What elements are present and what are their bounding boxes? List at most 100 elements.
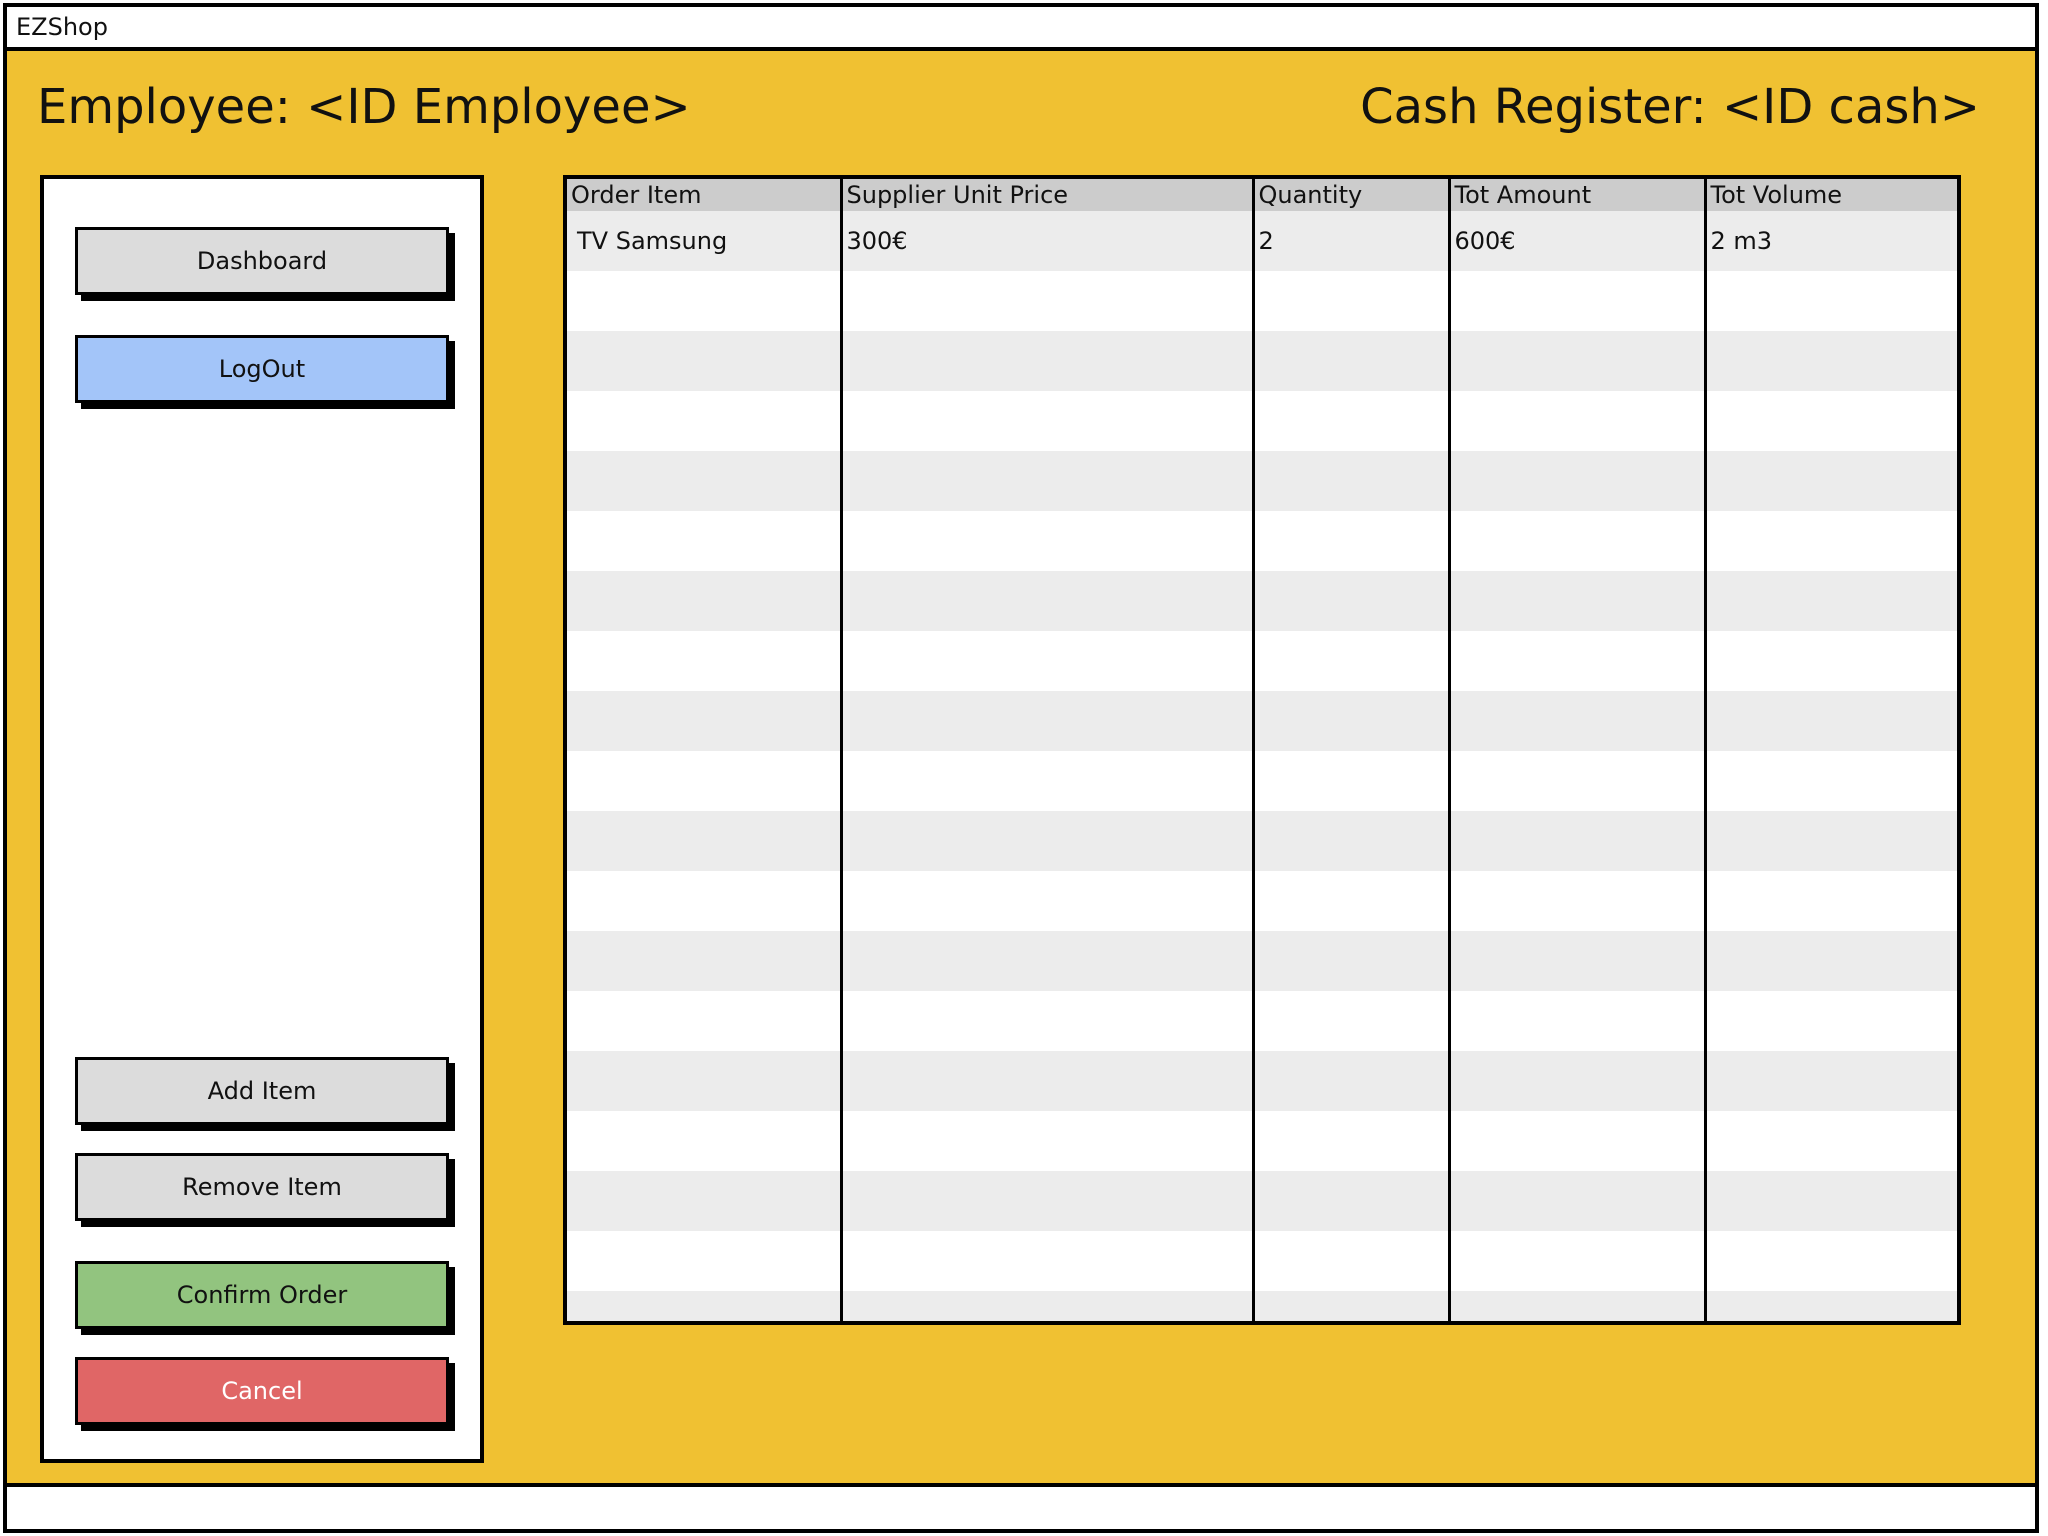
table-cell-empty[interactable] [1449,931,1707,991]
table-cell-empty[interactable] [1449,1231,1707,1291]
column-header-tot-amount[interactable]: Tot Amount [1449,179,1707,211]
table-cell-empty[interactable] [1253,1111,1451,1171]
table-row-empty[interactable] [567,631,1957,691]
table-cell-empty[interactable] [567,751,843,811]
table-row-empty[interactable] [567,871,1957,931]
table-row-empty[interactable] [567,1171,1957,1231]
table-cell-empty[interactable] [1705,1291,1957,1321]
table-cell-empty[interactable] [1253,1291,1451,1321]
table-cell-empty[interactable] [841,1051,1255,1111]
table-cell-empty[interactable] [567,931,843,991]
table-cell-empty[interactable] [567,391,843,451]
table-cell-empty[interactable] [1253,1051,1451,1111]
table-cell-empty[interactable] [1705,1231,1957,1291]
add-item-button[interactable]: Add Item [75,1057,449,1125]
table-cell-empty[interactable] [1705,391,1957,451]
table-cell-empty[interactable] [1253,931,1451,991]
table-cell-empty[interactable] [1705,871,1957,931]
table-cell-empty[interactable] [1705,1111,1957,1171]
table-cell-empty[interactable] [567,271,843,331]
table-cell-empty[interactable] [1705,271,1957,331]
table-cell-empty[interactable] [841,331,1255,391]
table-cell-empty[interactable] [1449,631,1707,691]
table-cell-empty[interactable] [1253,691,1451,751]
table-cell-empty[interactable] [1253,631,1451,691]
table-cell-empty[interactable] [1705,691,1957,751]
confirm-order-button[interactable]: Confirm Order [75,1261,449,1329]
remove-item-button[interactable]: Remove Item [75,1153,449,1221]
table-cell-empty[interactable] [1449,391,1707,451]
table-cell-empty[interactable] [841,631,1255,691]
table-cell-empty[interactable] [1449,451,1707,511]
table-cell-empty[interactable] [567,1291,843,1321]
table-cell-empty[interactable] [1253,511,1451,571]
table-row-empty[interactable] [567,1291,1957,1321]
table-cell-empty[interactable] [841,271,1255,331]
table-cell-empty[interactable] [1253,811,1451,871]
table-cell-empty[interactable] [567,1231,843,1291]
table-row-empty[interactable] [567,571,1957,631]
table-cell-empty[interactable] [841,1231,1255,1291]
table-cell-empty[interactable] [1253,391,1451,451]
table-cell-empty[interactable] [567,871,843,931]
table-cell-empty[interactable] [1705,751,1957,811]
table-cell-empty[interactable] [841,691,1255,751]
table-row-empty[interactable] [567,451,1957,511]
table-row-empty[interactable] [567,331,1957,391]
table-cell-empty[interactable] [841,871,1255,931]
column-header-tot-volume[interactable]: Tot Volume [1705,179,1957,211]
table-cell-empty[interactable] [841,811,1255,871]
table-cell-empty[interactable] [1449,1051,1707,1111]
table-row-empty[interactable] [567,1111,1957,1171]
table-cell-empty[interactable] [841,511,1255,571]
table-cell-empty[interactable] [567,691,843,751]
dashboard-button[interactable]: Dashboard [75,227,449,295]
table-cell-empty[interactable] [841,1291,1255,1321]
table-cell-empty[interactable] [567,571,843,631]
table-cell-empty[interactable] [1705,991,1957,1051]
table-cell-empty[interactable] [1253,571,1451,631]
table-cell-empty[interactable] [1705,331,1957,391]
table-cell-empty[interactable] [1449,691,1707,751]
cell-order-item[interactable]: TV Samsung [567,211,843,271]
table-row-empty[interactable] [567,1051,1957,1111]
table-cell-empty[interactable] [1449,271,1707,331]
table-cell-empty[interactable] [1449,1291,1707,1321]
table-cell-empty[interactable] [1705,571,1957,631]
table-cell-empty[interactable] [1449,1171,1707,1231]
table-cell-empty[interactable] [1705,451,1957,511]
table-cell-empty[interactable] [841,751,1255,811]
table-cell-empty[interactable] [841,1111,1255,1171]
column-header-supplier-unit-price[interactable]: Supplier Unit Price [841,179,1255,211]
table-row-empty[interactable] [567,391,1957,451]
table-cell-empty[interactable] [1253,331,1451,391]
table-cell-empty[interactable] [567,1171,843,1231]
table-cell-empty[interactable] [1449,331,1707,391]
table-cell-empty[interactable] [1253,1171,1451,1231]
table-cell-empty[interactable] [841,391,1255,451]
table-cell-empty[interactable] [567,331,843,391]
column-header-order-item[interactable]: Order Item [567,179,843,211]
table-row-empty[interactable] [567,991,1957,1051]
table-row-empty[interactable] [567,751,1957,811]
table-cell-empty[interactable] [567,991,843,1051]
table-cell-empty[interactable] [1449,811,1707,871]
table-row-empty[interactable] [567,691,1957,751]
table-cell-empty[interactable] [1705,931,1957,991]
table-cell-empty[interactable] [567,451,843,511]
table-cell-empty[interactable] [1253,751,1451,811]
table-cell-empty[interactable] [1449,991,1707,1051]
table-cell-empty[interactable] [1449,1111,1707,1171]
table-cell-empty[interactable] [1705,631,1957,691]
table-cell-empty[interactable] [567,1111,843,1171]
table-cell-empty[interactable] [1705,1171,1957,1231]
table-cell-empty[interactable] [567,631,843,691]
table-cell-empty[interactable] [1449,751,1707,811]
table-cell-empty[interactable] [567,811,843,871]
table-cell-empty[interactable] [567,1051,843,1111]
table-cell-empty[interactable] [567,511,843,571]
cell-tot-amount[interactable]: 600€ [1449,211,1707,271]
table-row-empty[interactable] [567,931,1957,991]
table-row-empty[interactable] [567,811,1957,871]
table-cell-empty[interactable] [841,451,1255,511]
